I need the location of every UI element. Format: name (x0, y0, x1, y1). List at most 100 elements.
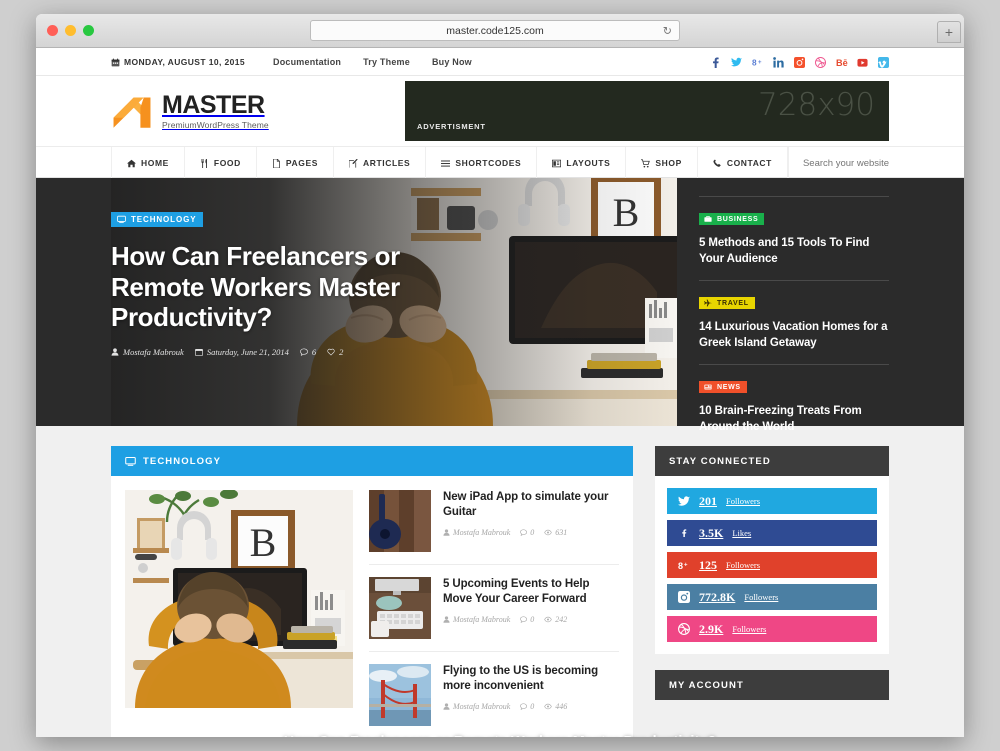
article-views: 446 (544, 702, 567, 711)
nav-label: ARTICLES (363, 158, 411, 168)
hero-sidebar-item[interactable]: NEWS 10 Brain-Freezing Treats From Aroun… (699, 378, 889, 450)
section-header-technology: TECHNOLOGY (111, 446, 633, 476)
article-title[interactable]: Flying to the US is becoming more inconv… (443, 664, 619, 695)
social-counter-facebook[interactable]: 3.5K Likes (667, 520, 877, 546)
maximize-window-button[interactable] (83, 25, 94, 36)
nav-item-home[interactable]: HOME (111, 147, 185, 179)
briefcase-icon (704, 215, 712, 223)
article-thumbnail (369, 664, 431, 726)
comment-icon (520, 702, 528, 710)
vimeo-icon[interactable] (878, 56, 889, 68)
social-counter-instagram[interactable]: 772.8K Followers (667, 584, 877, 610)
nav-label: LAYOUTS (566, 158, 611, 168)
article-list-item[interactable]: 5 Upcoming Events to Help Move Your Care… (369, 577, 619, 652)
badge-label: NEWS (717, 383, 741, 391)
nav-item-layouts[interactable]: LAYOUTS (537, 147, 627, 179)
article-list-item[interactable]: New iPad App to simulate your Guitar Mos… (369, 490, 619, 565)
advertisement-banner[interactable]: 728x90 ADVERTISMENT (405, 81, 889, 141)
hero-sidebar-title[interactable]: 5 Methods and 15 Tools To Find Your Audi… (699, 236, 889, 267)
article-views-count: 242 (555, 614, 568, 624)
social-counter-dribbble[interactable]: 2.9K Followers (667, 616, 877, 642)
newspaper-icon (704, 383, 712, 391)
widget-stay-connected: STAY CONNECTED 201 Followers 3.5K Likes … (655, 446, 889, 654)
hero-category-badge[interactable]: TECHNOLOGY (111, 212, 204, 227)
widget-header: MY ACCOUNT (655, 670, 889, 700)
article-author: Mostafa Mabrouk (443, 702, 510, 711)
hero-likes-count: 2 (339, 347, 344, 358)
hero-sidebar-badge-travel[interactable]: TRAVEL (699, 297, 755, 310)
featured-article-image: B (125, 490, 353, 708)
hero-sidebar-badge-news[interactable]: NEWS (699, 381, 747, 394)
new-tab-button[interactable]: + (937, 21, 961, 43)
featured-article-card[interactable]: B (125, 490, 716, 737)
link-documentation[interactable]: Documentation (273, 57, 341, 67)
phone-icon (713, 158, 722, 168)
badge-label: BUSINESS (717, 215, 759, 223)
dribbble-icon (678, 623, 690, 635)
link-try-theme[interactable]: Try Theme (363, 57, 410, 67)
nav-item-shop[interactable]: SHOP (626, 147, 698, 179)
social-counter-value: 125 (699, 557, 717, 572)
hero-sidebar-item[interactable]: TRAVEL 14 Luxurious Vacation Homes for a… (699, 294, 889, 366)
article-meta: Mostafa Mabrouk 0 631 (443, 528, 619, 537)
nav-item-pages[interactable]: PAGES (257, 147, 335, 179)
article-thumbnail (369, 490, 431, 552)
linkedin-icon[interactable] (773, 56, 784, 68)
article-title[interactable]: New iPad App to simulate your Guitar (443, 490, 619, 521)
article-comments-count: 0 (530, 527, 535, 537)
minimize-window-button[interactable] (65, 25, 76, 36)
twitter-icon (678, 495, 690, 507)
hero-sidebar-item[interactable]: BUSINESS 5 Methods and 15 Tools To Find … (699, 196, 889, 282)
twitter-icon[interactable] (731, 57, 742, 68)
nav-label: CONTACT (726, 158, 772, 168)
youtube-icon[interactable] (857, 57, 868, 68)
social-links-topbar: 8 + Bē (710, 56, 889, 68)
article-views: 631 (544, 528, 567, 537)
close-window-button[interactable] (47, 25, 58, 36)
article-comments-count: 0 (530, 701, 535, 711)
ad-label: ADVERTISMENT (417, 122, 486, 131)
address-bar[interactable]: master.code125.com ↻ (310, 20, 680, 41)
user-icon (443, 702, 450, 710)
nav-item-food[interactable]: FOOD (185, 147, 257, 179)
hero-likes: 2 (327, 347, 343, 357)
article-views-count: 631 (555, 527, 568, 537)
dribbble-icon[interactable] (815, 56, 826, 68)
nav-item-articles[interactable]: ARTICLES (334, 147, 427, 179)
svg-text:B: B (250, 520, 277, 565)
social-counter-twitter[interactable]: 201 Followers (667, 488, 877, 514)
site-search[interactable] (787, 147, 964, 179)
instagram-icon[interactable] (794, 56, 805, 68)
hero-comments: 6 (299, 347, 316, 357)
site-logo[interactable]: MASTER PremiumWordPress Theme (111, 92, 269, 130)
calendar-icon (194, 348, 203, 356)
google-plus-icon[interactable]: 8 + (752, 57, 763, 68)
social-counter-google-plus[interactable]: 8 + 125 Followers (667, 552, 877, 578)
social-counter-label: Likes (732, 528, 752, 538)
nav-item-contact[interactable]: CONTACT (698, 147, 788, 179)
article-title[interactable]: 5 Upcoming Events to Help Move Your Care… (443, 577, 619, 608)
instagram-icon (678, 591, 690, 603)
hero-featured-post[interactable]: B (111, 178, 677, 426)
hero-sidebar-badge-business[interactable]: BUSINESS (699, 213, 765, 225)
current-date: MONDAY, AUGUST 10, 2015 (111, 57, 245, 67)
window-traffic-lights (47, 25, 94, 36)
article-comments-count: 0 (530, 614, 535, 624)
nav-label: HOME (141, 158, 169, 168)
behance-icon[interactable]: Bē (836, 57, 848, 68)
hero-title[interactable]: How Can Freelancers or Remote Workers Ma… (111, 241, 471, 333)
nav-label: PAGES (285, 158, 319, 168)
link-buy-now[interactable]: Buy Now (432, 57, 472, 67)
social-counter-value: 201 (699, 493, 717, 508)
nav-label: SHORTCODES (455, 158, 522, 168)
facebook-icon (678, 527, 690, 539)
plane-icon (704, 299, 712, 307)
search-input[interactable] (802, 157, 923, 169)
browser-window: master.code125.com ↻ + MONDAY, AUGUST 10… (36, 14, 964, 737)
facebook-icon[interactable] (710, 57, 721, 68)
reload-icon[interactable]: ↻ (663, 24, 672, 37)
hero-sidebar-title[interactable]: 14 Luxurious Vacation Homes for a Greek … (699, 320, 889, 351)
nav-item-shortcodes[interactable]: SHORTCODES (426, 147, 538, 179)
article-author: Mostafa Mabrouk (443, 615, 510, 624)
hero-sidebar-title[interactable]: 10 Brain-Freezing Treats From Around the… (699, 404, 889, 435)
